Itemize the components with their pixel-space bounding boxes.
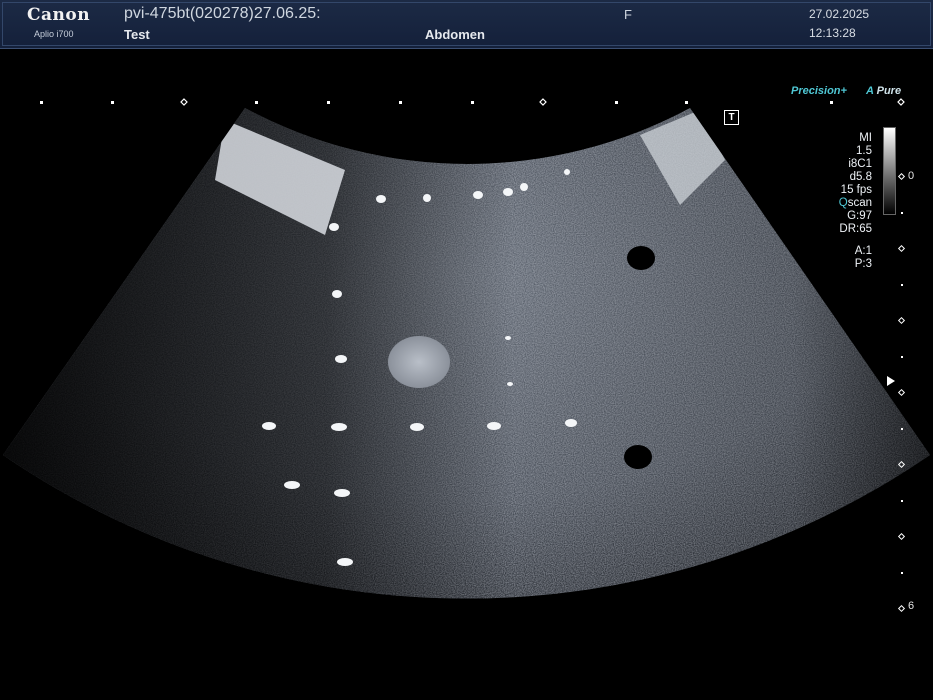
- probe-name: i8C1: [848, 158, 872, 170]
- acquisition-parameters: MI 1.5 i8C1 d5.8 15 fps Qscan G:97 DR:65…: [839, 132, 872, 271]
- depth-tick-minor: [901, 356, 903, 358]
- depth-tick-minor: [901, 500, 903, 502]
- cyst-upper: [627, 246, 655, 270]
- gain-value: G:97: [847, 210, 872, 222]
- ultrasound-image[interactable]: [0, 0, 933, 700]
- cyst-lower: [624, 445, 652, 469]
- qscan-prefix: Q: [838, 197, 848, 209]
- depth-tick-minor: [901, 212, 903, 214]
- pure-text: Pure: [876, 85, 902, 97]
- depth-tick-minor: [901, 572, 903, 574]
- qscan-text: scan: [847, 197, 872, 209]
- p-value: P:3: [854, 258, 872, 270]
- depth-value: d5.8: [849, 171, 872, 183]
- depth-tick-minor: [901, 284, 903, 286]
- depth-scale-label: 6: [908, 600, 915, 612]
- qscan-label: Qscan: [839, 197, 872, 210]
- pure-prefix: A: [866, 85, 874, 97]
- dynamic-range-value: DR:65: [839, 223, 872, 235]
- precision-mode-label: Precision+: [791, 85, 847, 97]
- top-scale-dots: [40, 101, 833, 104]
- frame-rate: 15 fps: [840, 184, 872, 196]
- a-value: A:1: [854, 245, 872, 257]
- focus-marker-icon[interactable]: [887, 376, 895, 386]
- top-scale-diamonds: [180, 98, 905, 106]
- mi-label: MI: [859, 132, 872, 144]
- lesion-echo: [388, 336, 450, 388]
- orientation-marker-icon: T: [724, 110, 739, 125]
- mi-value: 1.5: [856, 145, 872, 157]
- grayscale-bar: [883, 127, 896, 215]
- pure-mode-label: A Pure: [866, 85, 901, 97]
- grayscale-label: 0: [908, 170, 915, 182]
- scan-sector: [3, 108, 930, 599]
- depth-tick-minor: [901, 428, 903, 430]
